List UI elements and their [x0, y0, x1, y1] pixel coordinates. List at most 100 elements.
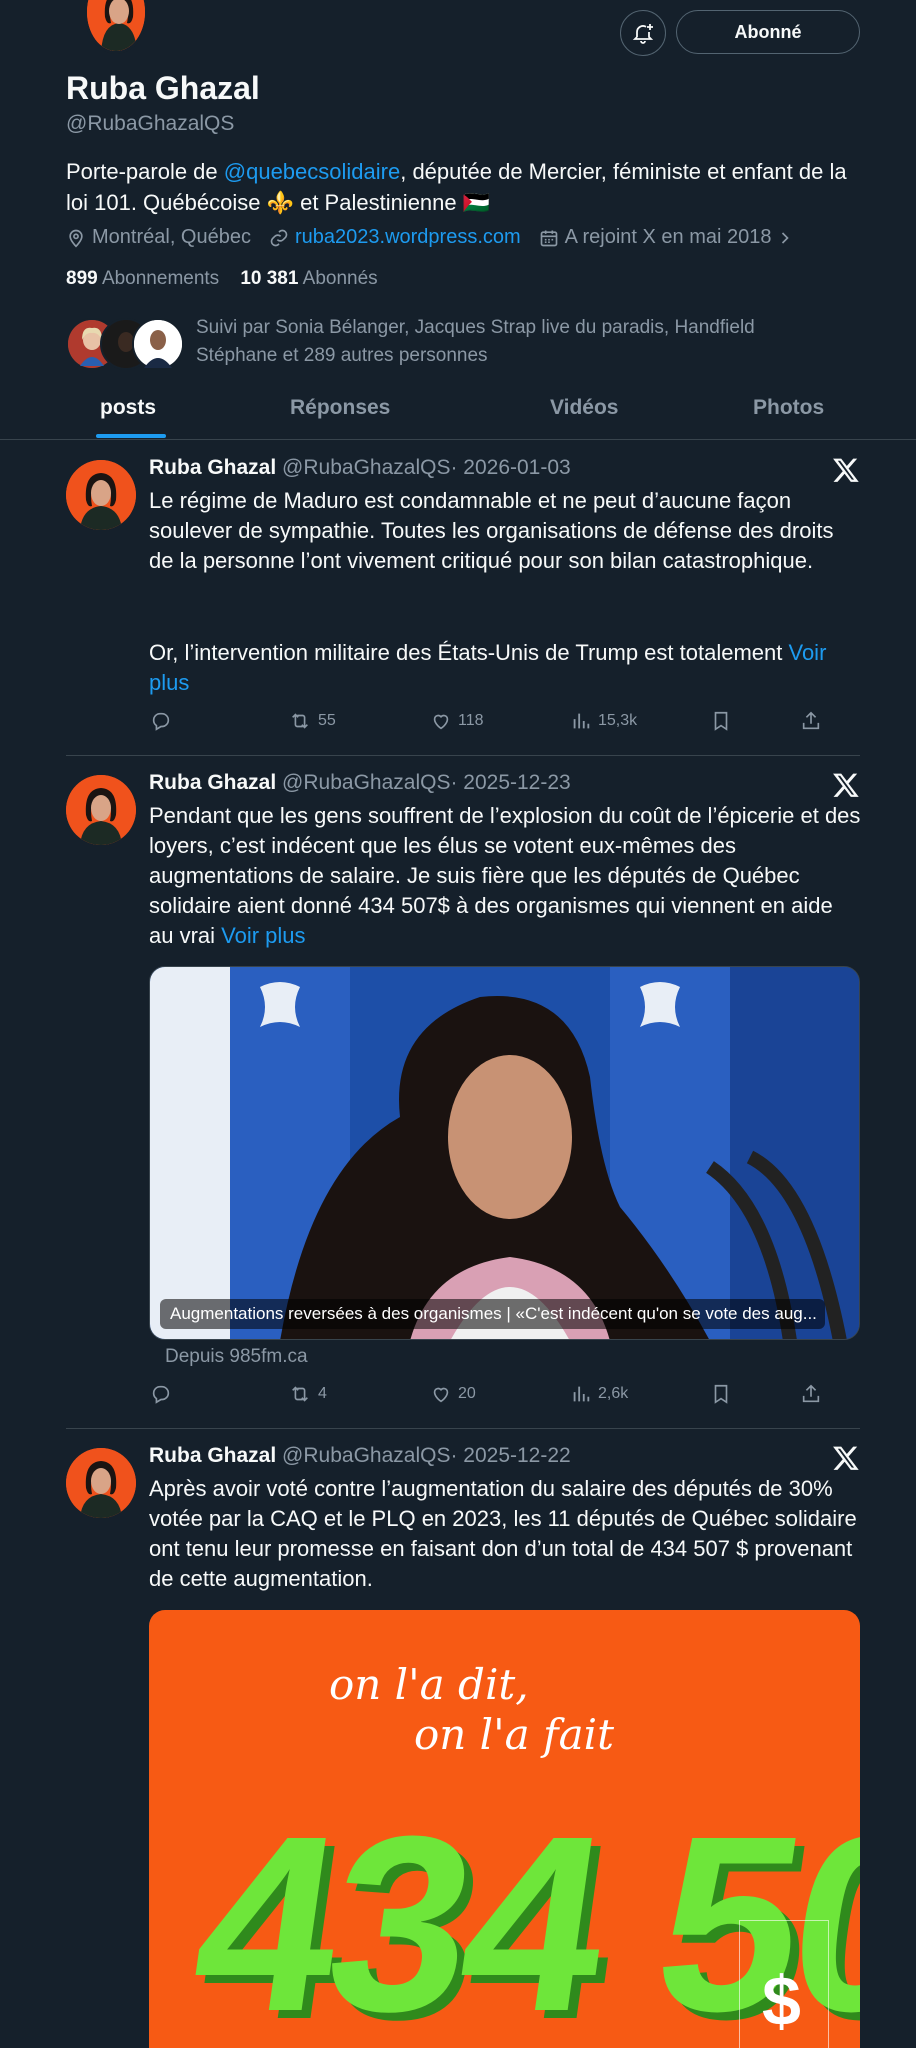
retweet-count: 4	[318, 1385, 327, 1402]
tweet-media-image[interactable]: on l'a dit, on l'a fait 434 507 $	[149, 1610, 860, 2048]
profile-bio: Porte-parole de @quebecsolidaire, député…	[66, 156, 866, 218]
heart-icon	[433, 1387, 449, 1403]
link-card-source[interactable]: Depuis 985fm.ca	[165, 1346, 308, 1368]
tweet-text-part: Or, l’intervention militaire des États-U…	[149, 640, 789, 665]
tweet-divider	[66, 755, 860, 756]
share-button[interactable]	[800, 1383, 822, 1405]
tab-photos[interactable]: Photos	[753, 396, 824, 420]
bio-mention-link[interactable]: @quebecsolidaire	[224, 159, 400, 184]
tweet-media-link-card[interactable]: Augmentations reversées à des organismes…	[149, 966, 860, 1340]
retweet-icon	[292, 1386, 308, 1402]
profile-tabs: posts Réponses Vidéos Photos	[0, 388, 916, 440]
tab-replies[interactable]: Réponses	[290, 396, 390, 420]
link-icon	[270, 229, 288, 246]
like-count: 118	[458, 712, 484, 729]
bookmark-button[interactable]	[710, 710, 732, 732]
bell-plus-icon	[632, 24, 654, 44]
tab-posts[interactable]: posts	[100, 396, 156, 420]
tweet-author-name[interactable]: Ruba Ghazal	[149, 771, 276, 794]
image-script-line-2: on l'a fait	[414, 1710, 614, 1759]
notifications-bell-button[interactable]	[620, 10, 666, 56]
location-text: Montréal, Québec	[92, 226, 251, 248]
followers-stat[interactable]: 10 381 Abonnés	[240, 268, 377, 289]
following-count: 899	[66, 268, 98, 289]
view-count: 2,6k	[598, 1385, 629, 1402]
reply-button[interactable]	[150, 1383, 172, 1405]
tweet-date[interactable]: · 2025-12-23	[450, 771, 570, 794]
tab-videos[interactable]: Vidéos	[550, 396, 618, 420]
bookmark-button[interactable]	[710, 1383, 732, 1405]
followers-count: 10 381	[240, 268, 299, 289]
tweet-avatar[interactable]	[66, 775, 136, 845]
share-button[interactable]	[800, 710, 822, 732]
tweet-divider	[66, 1428, 860, 1429]
like-button[interactable]: 118	[430, 710, 484, 732]
following-button[interactable]: Abonné	[676, 10, 860, 54]
x-logo-icon	[833, 458, 859, 482]
article-photo	[150, 967, 859, 1339]
tweet-header: Ruba Ghazal @RubaGhazalQS· 2025-12-22	[149, 1444, 571, 1468]
calendar-icon	[540, 230, 558, 246]
chevron-right-icon	[782, 231, 790, 244]
bookmark-icon	[714, 711, 728, 731]
tweet-date[interactable]: · 2025-12-22	[450, 1444, 570, 1467]
tweet-author-name[interactable]: Ruba Ghazal	[149, 1444, 276, 1467]
tweet-text: Pendant que les gens souffrent de l’expl…	[149, 801, 861, 951]
active-tab-indicator	[96, 434, 166, 438]
website-link[interactable]: ruba2023.wordpress.com	[295, 226, 521, 249]
tweet-avatar[interactable]	[66, 1448, 136, 1518]
heart-icon	[433, 714, 449, 730]
following-label: Abonnements	[101, 268, 220, 289]
retweet-button[interactable]: 4	[288, 1383, 327, 1405]
profile-avatar[interactable]	[84, 0, 148, 54]
image-currency-box: $	[739, 1920, 829, 2048]
tweet-text: Le régime de Maduro est condamnable et n…	[149, 488, 834, 573]
location-pin-icon	[69, 229, 83, 248]
bookmark-icon	[714, 1384, 728, 1404]
views-button[interactable]: 2,6k	[570, 1383, 628, 1405]
following-stat[interactable]: 899 Abonnements	[66, 268, 219, 289]
tweet-actions: 4 20 2,6k	[0, 1383, 916, 1413]
x-logo-icon	[833, 773, 859, 797]
view-count: 15,3k	[598, 712, 638, 729]
retweet-count: 55	[318, 712, 336, 729]
views-button[interactable]: 15,3k	[570, 710, 637, 732]
retweet-button[interactable]: 55	[288, 710, 336, 732]
tweet-author-name[interactable]: Ruba Ghazal	[149, 456, 276, 479]
profile-meta: Montréal, Québec ruba2023.wordpress.com …	[66, 226, 805, 249]
views-bar-chart-icon	[573, 713, 590, 729]
tweet-avatar[interactable]	[66, 460, 136, 530]
followed-by-text[interactable]: Suivi par Sonia Bélanger, Jacques Strap …	[196, 314, 836, 370]
profile-handle: @RubaGhazalQS	[66, 112, 235, 135]
reply-button[interactable]	[150, 710, 172, 732]
bio-text: Porte-parole de	[66, 159, 224, 184]
tweet-text-continued: Or, l’intervention militaire des États-U…	[149, 638, 861, 698]
followed-by-avatars[interactable]	[66, 318, 186, 374]
reply-icon	[152, 712, 170, 731]
tweet-header: Ruba Ghazal @RubaGhazalQS· 2026-01-03	[149, 456, 571, 480]
image-script-line-1: on l'a dit,	[329, 1660, 529, 1709]
like-button[interactable]: 20	[430, 1383, 476, 1405]
tweet-author-handle[interactable]: @RubaGhazalQS	[282, 771, 450, 794]
share-icon	[802, 1384, 820, 1403]
share-icon	[802, 711, 820, 730]
tweet-text: Après avoir voté contre l’augmentation d…	[149, 1476, 857, 1591]
profile-stats: 899 Abonnements 10 381 Abonnés	[66, 268, 378, 290]
website-item[interactable]: ruba2023.wordpress.com	[269, 226, 521, 249]
show-more-link[interactable]: Voir plus	[221, 923, 305, 948]
joined-item[interactable]: A rejoint X en mai 2018	[539, 226, 794, 249]
like-count: 20	[458, 1385, 476, 1402]
tweet-header: Ruba Ghazal @RubaGhazalQS· 2025-12-23	[149, 771, 571, 795]
tweet-actions: 55 118 15,3k	[0, 710, 916, 740]
x-logo-icon	[833, 1446, 859, 1470]
profile-name: Ruba Ghazal	[66, 70, 260, 106]
retweet-icon	[292, 713, 308, 729]
tweet-author-handle[interactable]: @RubaGhazalQS	[282, 1444, 450, 1467]
tweet-author-handle[interactable]: @RubaGhazalQS	[282, 456, 450, 479]
link-card-title: Augmentations reversées à des organismes…	[160, 1299, 825, 1329]
views-bar-chart-icon	[573, 1386, 590, 1402]
location-item: Montréal, Québec	[66, 226, 251, 249]
tweet-date[interactable]: · 2026-01-03	[450, 456, 570, 479]
reply-icon	[152, 1385, 170, 1404]
image-currency-symbol: $	[762, 1962, 801, 2040]
